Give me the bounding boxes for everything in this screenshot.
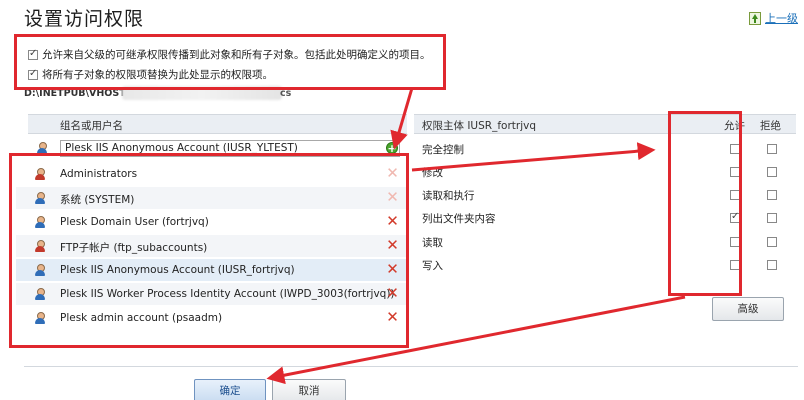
deny-modify-checkbox[interactable] [767,167,777,177]
annotation-box-users [9,153,409,348]
permission-label: 修改 [422,167,443,179]
principal-label: 权限主体 IUSR_fortrjvq [422,120,536,132]
deny-write-checkbox[interactable] [767,260,777,270]
advanced-button[interactable]: 高级 [712,297,784,321]
permission-label: 读取和执行 [422,190,475,202]
annotation-box-allow-column [668,111,742,296]
up-level-link[interactable]: 上一级 [749,10,798,26]
deny-read-execute-checkbox[interactable] [767,190,777,200]
permission-label: 读取 [422,237,443,249]
deny-read-checkbox[interactable] [767,237,777,247]
users-column-header: 组名或用户名 [60,120,123,132]
page-title: 设置访问权限 [24,8,145,30]
deny-full-control-checkbox[interactable] [767,144,777,154]
permission-label: 完全控制 [422,144,464,156]
deny-column-header: 拒绝 [760,120,781,132]
permission-label: 列出文件夹内容 [422,213,496,225]
deny-list-folder-checkbox[interactable] [767,213,777,223]
up-arrow-icon [749,11,761,25]
annotation-box-options [14,34,446,90]
permission-label: 写入 [422,260,443,272]
up-level-label: 上一级 [765,12,798,25]
cancel-button[interactable]: 取消 [272,379,346,400]
users-panel-header: 组名或用户名 [28,114,407,134]
ok-button[interactable]: 确定 [194,379,266,400]
footer-divider [24,366,798,367]
